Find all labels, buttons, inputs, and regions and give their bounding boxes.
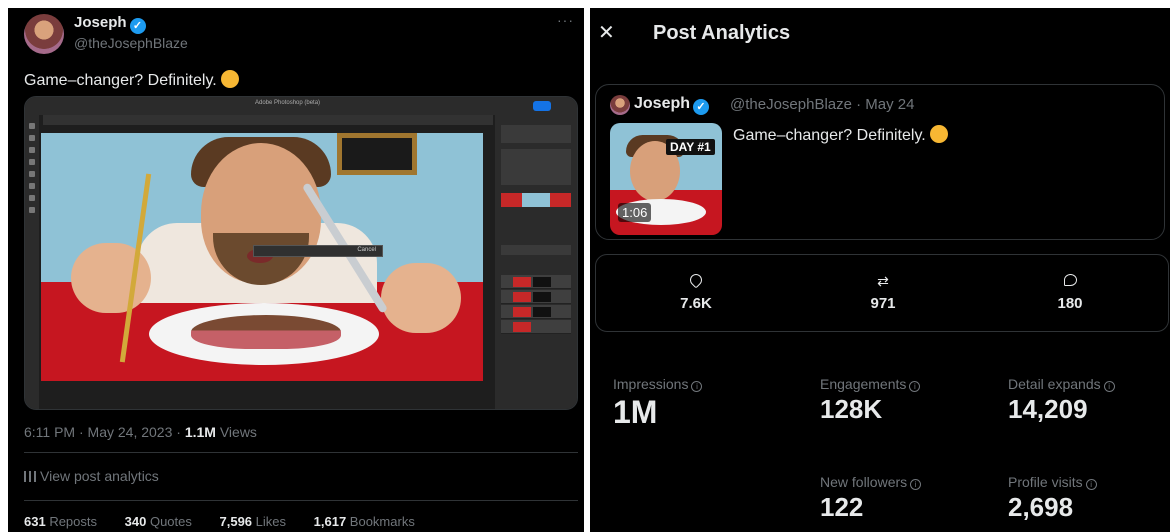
view-post-analytics-link[interactable]: View post analytics	[24, 468, 159, 484]
author-name-row[interactable]: Joseph ✓	[74, 14, 146, 34]
views-count: 1.1M	[184, 424, 216, 440]
video-duration: 1:06	[618, 203, 652, 222]
repost-icon: ⇄	[877, 273, 889, 289]
zoom-tool-icon	[29, 207, 35, 213]
reposts-stat[interactable]: 631 Reposts	[24, 514, 109, 529]
lasso-tool-icon	[29, 147, 35, 153]
post-analytics-panel: ✕ Post Analytics Joseph ✓ @theJosephBlaze…	[590, 8, 1170, 532]
move-tool-icon	[29, 123, 35, 129]
author-handle-date: @theJosephBlaze · May 24	[730, 96, 915, 113]
tweet-panel: Joseph ✓ @theJosephBlaze ··· Game–changer…	[8, 8, 584, 532]
engagements-label: Engagements	[820, 376, 907, 392]
impressions-label: Impressions	[613, 376, 689, 392]
post-text: Game–changer? Definitely.	[733, 127, 926, 144]
video-thumbnail[interactable]: DAY #1 1:06	[610, 123, 722, 235]
bookmarks-stat[interactable]: 1,617 Bookmarks	[314, 514, 427, 529]
author-name: Joseph	[634, 95, 691, 112]
photoshop-titlebar: Adobe Photoshop (beta)	[25, 97, 577, 115]
impressions-metric: Impressions i 1M	[613, 376, 703, 431]
tweet-stats: 631 Reposts 340 Quotes 7,596 Likes 1,617…	[24, 514, 439, 529]
tweet-text-row: Game–changer? Definitely.	[24, 70, 239, 90]
views-label: Views	[215, 424, 257, 440]
quoted-post-card[interactable]: Joseph ✓ @theJosephBlaze · May 24 DAY #1 …	[595, 84, 1165, 240]
canvas-image: Cancel	[41, 133, 483, 381]
layers-header	[501, 245, 571, 255]
engagements-metric: Engagements i 128K	[820, 376, 921, 425]
profile-visits-value: 2,698	[1008, 492, 1074, 522]
tweet-timestamp-views: 6:11 PM · May 24, 2023 · 1.1M Views	[24, 424, 257, 440]
detail-expands-metric: Detail expands i 14,209	[1008, 376, 1115, 425]
new-followers-label: New followers	[820, 474, 908, 490]
info-icon[interactable]: i	[909, 381, 921, 392]
new-followers-metric: New followers i 122	[820, 474, 922, 523]
layer-row	[501, 305, 571, 319]
photoshop-window-title: Adobe Photoshop (beta)	[255, 100, 321, 106]
info-icon[interactable]: i	[910, 479, 922, 490]
close-icon[interactable]: ✕	[598, 20, 615, 45]
likes-metric: 7.6K	[646, 271, 746, 312]
tweet-media-image[interactable]: Adobe Photoshop (beta) Cancel	[24, 96, 578, 410]
detail-expands-label: Detail expands	[1008, 376, 1101, 392]
steak	[191, 315, 341, 349]
pen-tool-icon	[29, 195, 35, 201]
likes-stat[interactable]: 7,596 Likes	[220, 514, 299, 529]
generative-fill-dialog: Cancel	[253, 245, 383, 257]
profile-visits-metric: Profile visits i 2,698	[1008, 474, 1097, 523]
marquee-tool-icon	[29, 135, 35, 141]
detail-expands-value: 14,209	[1008, 394, 1088, 424]
reposts-value: 971	[870, 295, 896, 312]
variations-thumbnails	[501, 193, 571, 207]
profile-visits-label: Profile visits	[1008, 474, 1083, 490]
engagement-summary: 7.6K ⇄ 971 180	[595, 254, 1169, 332]
mind-blown-emoji-icon	[220, 70, 239, 88]
right-hand	[381, 263, 461, 333]
impressions-value: 1M	[613, 394, 658, 430]
mind-blown-emoji-icon	[929, 125, 948, 143]
author-name[interactable]: Joseph	[74, 14, 127, 31]
avatar[interactable]	[24, 14, 64, 54]
share-button	[533, 101, 551, 111]
text-tool-icon	[29, 183, 35, 189]
likes-value: 7.6K	[680, 295, 712, 312]
reposts-metric: ⇄ 971	[833, 273, 933, 312]
tweet-text: Game–changer? Definitely.	[24, 72, 217, 89]
tweet-timestamp[interactable]: 6:11 PM · May 24, 2023 ·	[24, 424, 185, 440]
post-text-row: Game–changer? Definitely.	[733, 125, 948, 145]
more-options-icon[interactable]: ···	[557, 12, 574, 28]
day-badge: DAY #1	[666, 139, 715, 155]
replies-metric: 180	[1020, 273, 1120, 312]
toolbar	[25, 115, 39, 409]
verified-badge-icon: ✓	[693, 99, 710, 115]
layer-row	[501, 320, 571, 334]
properties-panel	[495, 115, 577, 409]
view-post-analytics-label: View post analytics	[40, 468, 159, 484]
dialog-cancel-button: Cancel	[357, 247, 376, 253]
info-icon[interactable]: i	[1085, 479, 1097, 490]
author-handle[interactable]: @theJosephBlaze	[74, 35, 188, 51]
page-title: Post Analytics	[653, 22, 791, 44]
quotes-stat[interactable]: 340 Quotes	[125, 514, 204, 529]
prompt-box	[501, 149, 571, 185]
author-name-row: Joseph ✓	[634, 95, 710, 115]
avatar	[610, 95, 630, 115]
verified-badge-icon: ✓	[129, 18, 146, 34]
document-tab	[43, 115, 493, 125]
divider	[24, 500, 578, 501]
layer-row	[501, 290, 571, 304]
info-icon[interactable]: i	[691, 381, 703, 392]
replies-value: 180	[1057, 295, 1083, 312]
analytics-bars-icon	[24, 471, 36, 482]
heart-icon	[687, 271, 705, 289]
properties-header	[501, 125, 571, 143]
divider	[24, 452, 578, 453]
picture-frame	[337, 133, 417, 175]
brush-tool-icon	[29, 159, 35, 165]
engagements-value: 128K	[820, 394, 883, 424]
eraser-tool-icon	[29, 171, 35, 177]
info-icon[interactable]: i	[1103, 381, 1115, 392]
reply-icon	[1063, 274, 1077, 286]
layer-row	[501, 275, 571, 289]
new-followers-value: 122	[820, 492, 864, 522]
